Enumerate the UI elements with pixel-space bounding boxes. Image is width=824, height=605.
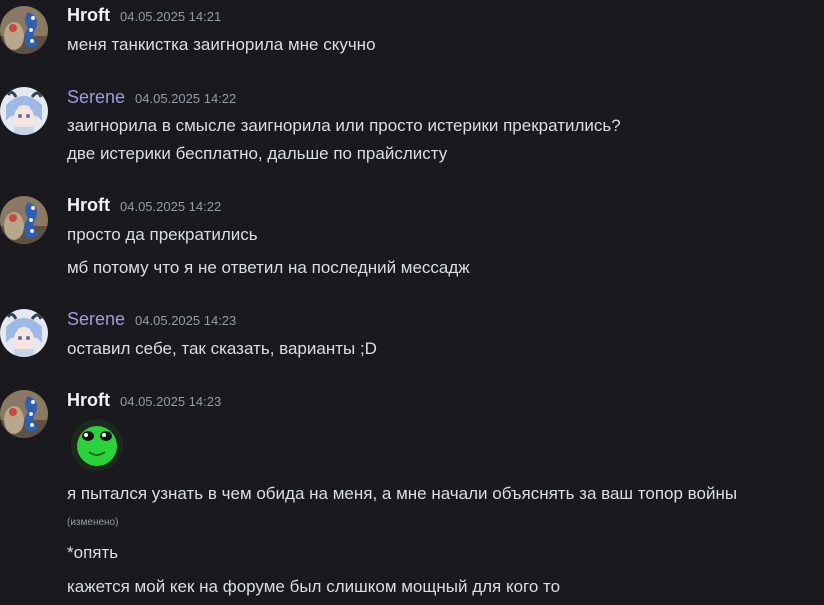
- message-timestamp: 04.05.2025 14:23: [120, 394, 222, 409]
- avatar-serene[interactable]: [0, 309, 48, 357]
- message-timestamp: 04.05.2025 14:22: [120, 199, 222, 214]
- author-name[interactable]: Hroft: [67, 195, 110, 215]
- avatar-hroft[interactable]: [0, 196, 48, 244]
- message-text: просто да прекратились: [67, 225, 258, 244]
- edited-label: (изменено): [67, 517, 119, 528]
- green-face-emoji-icon[interactable]: [71, 419, 123, 471]
- message-text: мб потому что я не ответил на последний …: [67, 258, 470, 277]
- message-text: оставил себе, так сказать, варианты ;D: [67, 339, 377, 358]
- avatar-hroft[interactable]: [0, 6, 48, 54]
- chat-log: Hroft 04.05.2025 14:21 меня танкистка заи…: [0, 0, 824, 605]
- avatar-serene[interactable]: [0, 87, 48, 135]
- author-name[interactable]: Hroft: [67, 390, 110, 410]
- message-timestamp: 04.05.2025 14:21: [120, 9, 222, 24]
- message-text: две истерики бесплатно, дальше по прайсл…: [67, 144, 448, 163]
- message-timestamp: 04.05.2025 14:23: [135, 313, 237, 328]
- message-timestamp: 04.05.2025 14:22: [135, 91, 237, 106]
- message-text: меня танкистка заигнорила мне скучно: [67, 35, 376, 54]
- message-text: кажется мой кек на форуме был слишком мо…: [67, 577, 561, 596]
- avatar-hroft[interactable]: [0, 390, 48, 438]
- message-text: заигнорила в смысле заигнорила или прост…: [67, 116, 621, 135]
- author-name[interactable]: Serene: [67, 309, 125, 329]
- message-text: *опять: [67, 543, 119, 562]
- author-name[interactable]: Serene: [67, 87, 125, 107]
- message-text: я пытался узнать в чем обида на меня, а …: [67, 484, 738, 503]
- author-name[interactable]: Hroft: [67, 5, 110, 25]
